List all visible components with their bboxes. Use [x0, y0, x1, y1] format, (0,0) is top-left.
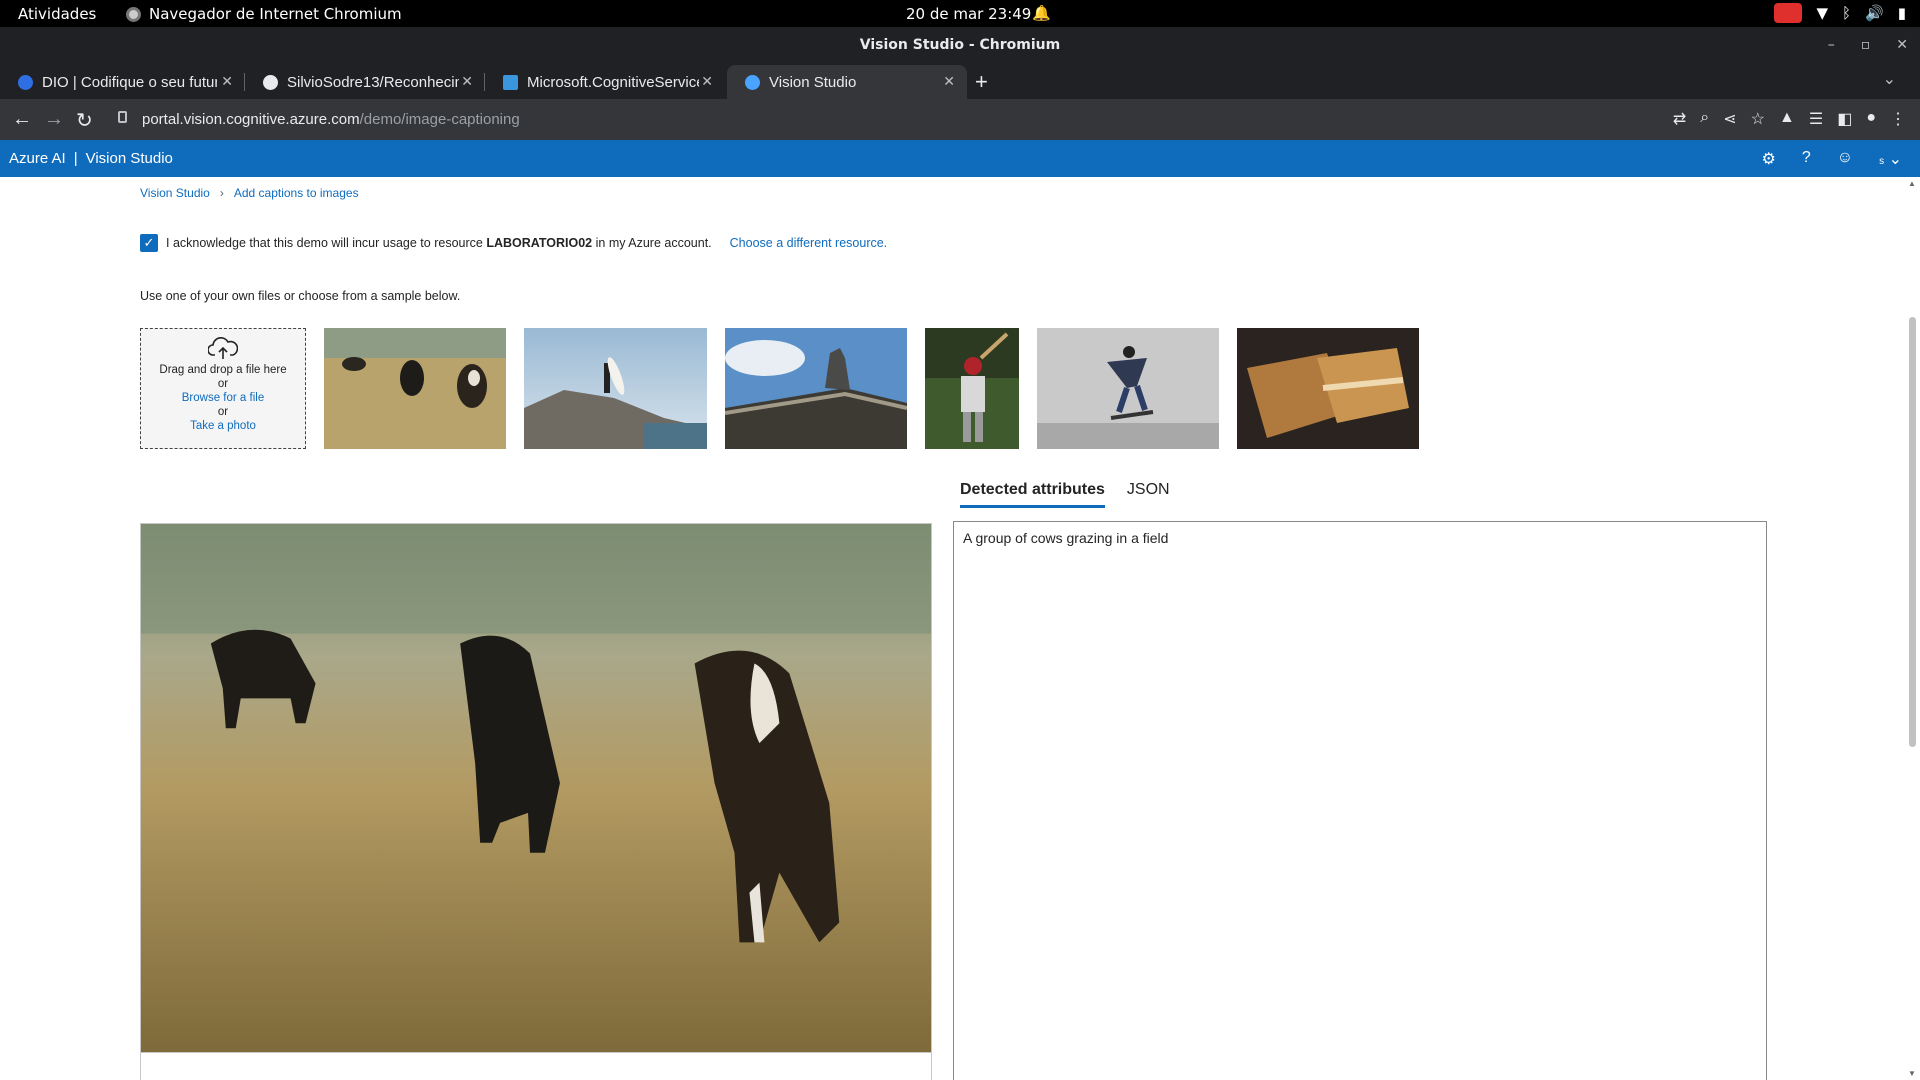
sample-image-sandwich[interactable]	[1237, 328, 1419, 449]
zoom-icon[interactable]: ⌕	[1700, 109, 1709, 129]
profile-icon[interactable]: ●	[1866, 109, 1876, 129]
tab-strip: DIO | Codifique o seu futuro ✕ SilvioSod…	[0, 63, 1920, 99]
detected-attributes-panel: A group of cows grazing in a field	[953, 521, 1767, 1080]
azure-header: Azure AI | Vision Studio ⚙ ? ☺ s ⌄	[0, 140, 1920, 177]
close-tab-icon[interactable]: ✕	[461, 73, 473, 90]
acknowledge-text: I acknowledge that this demo will incur …	[166, 236, 712, 250]
activities-button[interactable]: Atividades	[18, 5, 96, 23]
tab-label: Microsoft.CognitiveServices	[527, 73, 699, 91]
back-icon[interactable]: ←	[12, 108, 32, 131]
reading-list-icon[interactable]: ☰	[1809, 109, 1823, 129]
sample-image-skateboarder[interactable]	[1037, 328, 1219, 449]
tab-azure[interactable]: Microsoft.CognitiveServices ✕	[485, 65, 725, 99]
dio-favicon-icon	[18, 74, 33, 90]
header-separator: |	[73, 150, 78, 167]
feedback-smiley-icon[interactable]: ☺	[1837, 149, 1853, 169]
choose-resource-link[interactable]: Choose a different resource.	[730, 236, 888, 250]
browser-toolbar: ← → ↻ portal.vision.cognitive.azure.com/…	[0, 99, 1920, 140]
volume-icon: 🔊	[1865, 4, 1884, 22]
settings-gear-icon[interactable]: ⚙	[1762, 149, 1776, 169]
bluetooth-icon: ᛒ	[1842, 4, 1852, 22]
close-tab-icon[interactable]: ✕	[943, 73, 955, 90]
tab-json[interactable]: JSON	[1127, 481, 1170, 508]
azure-favicon-icon	[503, 74, 518, 90]
reload-icon[interactable]: ↻	[76, 108, 93, 133]
vision-studio-link[interactable]: Vision Studio	[86, 150, 173, 167]
file-drop-zone[interactable]: Drag and drop a file here or Browse for …	[140, 328, 306, 449]
or-text: or	[217, 378, 229, 390]
system-top-bar: Atividades Navegador de Internet Chromiu…	[0, 0, 1920, 27]
scroll-up-icon[interactable]: ▲	[1908, 179, 1916, 188]
address-bar[interactable]: portal.vision.cognitive.azure.com/demo/i…	[108, 104, 1638, 135]
acknowledge-checkbox[interactable]: ✓	[140, 234, 158, 252]
menu-icon[interactable]: ⋮	[1890, 109, 1906, 129]
scroll-down-icon[interactable]: ▼	[1908, 1069, 1916, 1078]
resource-name: LABORATORIO02	[486, 236, 593, 250]
extension-icon[interactable]: ▲	[1779, 109, 1795, 129]
sample-image-baseball[interactable]	[925, 328, 1019, 449]
chromium-icon	[126, 6, 141, 22]
sample-image-surfer[interactable]	[524, 328, 707, 449]
sample-image-cows[interactable]	[324, 328, 506, 449]
take-photo-link[interactable]: Take a photo	[141, 419, 305, 433]
page-content: Vision Studio › Add captions to images ✓…	[0, 177, 1905, 1080]
tab-dio[interactable]: DIO | Codifique o seu futuro ✕	[0, 65, 245, 99]
translate-icon[interactable]: ⇄	[1673, 109, 1686, 129]
share-icon[interactable]: ⋖	[1723, 109, 1736, 129]
account-menu[interactable]: s ⌄	[1879, 149, 1902, 169]
intro-text: Use one of your own files or choose from…	[140, 289, 461, 303]
page-scrollbar[interactable]: ▲ ▼	[1905, 177, 1920, 1080]
tab-label: Vision Studio	[769, 73, 857, 91]
scrollbar-thumb[interactable]	[1909, 317, 1916, 747]
tab-vision-studio[interactable]: Vision Studio ✕	[727, 65, 967, 99]
cloud-upload-icon	[208, 337, 238, 359]
maximize-icon[interactable]: ▫	[1861, 27, 1871, 63]
notification-bell-icon[interactable]: 🔔	[1032, 4, 1051, 22]
minimize-icon[interactable]: –	[1828, 27, 1835, 63]
acknowledge-row: ✓ I acknowledge that this demo will incu…	[140, 234, 887, 252]
close-tab-icon[interactable]: ✕	[221, 73, 233, 90]
drop-text: Drag and drop a file here	[159, 364, 287, 376]
tab-label: DIO | Codifique o seu futuro	[42, 73, 217, 91]
bookmark-star-icon[interactable]: ☆	[1751, 109, 1765, 129]
result-tabs: Detected attributes JSON	[960, 481, 1170, 508]
app-menu[interactable]: Navegador de Internet Chromium	[126, 5, 402, 23]
new-tab-icon[interactable]: +	[975, 69, 988, 95]
caption-text: A group of cows grazing in a field	[963, 530, 1169, 546]
azure-ai-link[interactable]: Azure AI	[9, 150, 66, 167]
breadcrumb-current[interactable]: Add captions to images	[234, 186, 359, 200]
screen-record-icon[interactable]	[1774, 3, 1803, 23]
github-favicon-icon	[263, 74, 278, 90]
side-panel-icon[interactable]: ◧	[1837, 109, 1852, 129]
url-path: /demo/image-captioning	[359, 111, 520, 128]
breadcrumb: Vision Studio › Add captions to images	[140, 186, 359, 200]
vision-studio-favicon-icon	[745, 74, 760, 90]
sample-image-building[interactable]	[725, 328, 907, 449]
avatar: s	[1879, 156, 1885, 167]
url-host: portal.vision.cognitive.azure.com	[142, 111, 360, 128]
close-tab-icon[interactable]: ✕	[701, 73, 713, 90]
forward-icon[interactable]: →	[44, 108, 64, 131]
preview-footer	[140, 1053, 932, 1080]
system-tray[interactable]: ▼ ᛒ 🔊 ▮	[1774, 3, 1906, 23]
tab-search-icon[interactable]: ⌄	[1883, 69, 1896, 89]
browse-file-link[interactable]: Browse for a file	[141, 391, 305, 405]
chevron-down-icon: ⌄	[1888, 151, 1902, 168]
close-window-icon[interactable]: ✕	[1896, 27, 1908, 63]
wifi-icon: ▼	[1816, 4, 1829, 22]
battery-icon: ▮	[1897, 4, 1906, 22]
help-icon[interactable]: ?	[1802, 149, 1811, 169]
clock[interactable]: 20 de mar 23:49	[906, 5, 1031, 23]
lock-icon[interactable]	[118, 111, 127, 123]
app-name: Navegador de Internet Chromium	[149, 5, 402, 23]
breadcrumb-root[interactable]: Vision Studio	[140, 186, 210, 200]
tab-detected-attributes[interactable]: Detected attributes	[960, 481, 1105, 508]
window-titlebar: Vision Studio - Chromium – ▫ ✕	[0, 27, 1920, 63]
selected-image-preview	[140, 523, 932, 1053]
window-title: Vision Studio - Chromium	[859, 37, 1061, 53]
tab-github[interactable]: SilvioSodre13/Reconhecimento ✕	[245, 65, 485, 99]
breadcrumb-chevron-icon: ›	[219, 186, 224, 200]
tab-label: SilvioSodre13/Reconhecimento	[287, 73, 459, 91]
or-text: or	[217, 406, 229, 418]
